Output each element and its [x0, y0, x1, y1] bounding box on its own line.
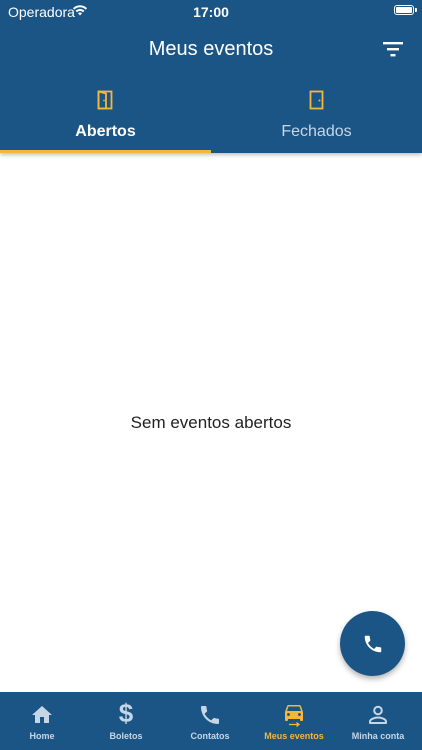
nav-item-boletos[interactable]: $ Boletos — [84, 692, 168, 750]
filter-button[interactable] — [378, 36, 408, 62]
filter-list-icon — [383, 42, 403, 57]
nav-label: Home — [29, 731, 55, 741]
home-icon — [32, 706, 52, 723]
tab-abertos[interactable]: Abertos — [0, 84, 211, 153]
car-icon — [285, 705, 303, 728]
call-fab-button[interactable] — [340, 611, 405, 676]
battery-icon — [394, 5, 417, 15]
empty-state-message: Sem eventos abertos — [130, 413, 292, 432]
phone-icon — [364, 635, 381, 652]
nav-item-meus-eventos[interactable]: Meus eventos — [252, 692, 336, 750]
person-icon — [369, 705, 387, 724]
door-closed-icon — [309, 90, 324, 110]
status-bar: Operadora 17:00 — [0, 0, 422, 22]
door-open-icon — [97, 90, 113, 110]
nav-label: Minha conta — [351, 731, 405, 741]
dollar-icon: $ — [118, 698, 134, 728]
page-title: Meus eventos — [148, 38, 274, 60]
nav-label: Boletos — [109, 731, 143, 741]
tab-fechados[interactable]: Fechados — [211, 84, 422, 153]
app-header: Operadora 17:00 Meus eventos Abertos Fec… — [0, 0, 422, 153]
nav-item-home[interactable]: Home — [0, 692, 84, 750]
nav-item-contatos[interactable]: Contatos — [168, 692, 252, 750]
bottom-navigation: Home $ Boletos Contatos Meus eventos Min… — [0, 692, 422, 750]
status-time: 17:00 — [193, 4, 229, 20]
active-tab-indicator — [0, 150, 211, 153]
nav-label: Meus eventos — [264, 731, 324, 741]
nav-item-minha-conta[interactable]: Minha conta — [336, 692, 420, 750]
phone-icon — [201, 706, 219, 724]
tab-label: Abertos — [75, 123, 136, 140]
nav-label: Contatos — [190, 731, 230, 741]
tab-label: Fechados — [281, 123, 352, 140]
